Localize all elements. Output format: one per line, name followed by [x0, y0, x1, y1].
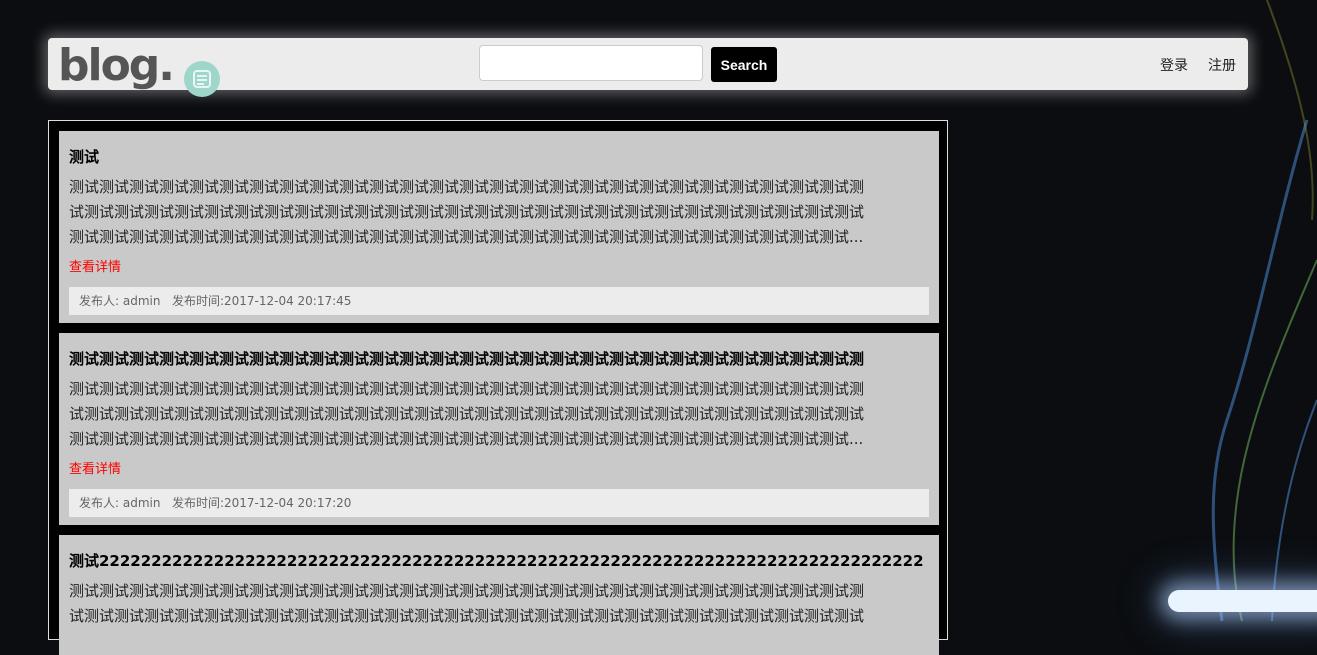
logo-text: blog.: [58, 40, 175, 91]
post-meta: 发布人: admin 发布时间:2017-12-04 20:17:20: [69, 489, 929, 517]
post-excerpt-line: 测试测试测试测试测试测试测试测试测试测试测试测试测试测试测试测试测试测试测试测试…: [69, 582, 865, 600]
search-input[interactable]: [479, 45, 703, 81]
background-glow-bar: [1168, 590, 1317, 612]
author-label: 发布人:: [79, 294, 120, 308]
publish-time: 2017-12-04 20:17:20: [223, 496, 352, 510]
background-light-streaks: [1211, 0, 1317, 621]
view-details-link[interactable]: 查看详情: [69, 461, 929, 479]
view-details-link[interactable]: 查看详情: [69, 259, 929, 277]
post-excerpt: 测试测试测试测试测试测试测试测试测试测试测试测试测试测试测试测试测试测试测试测试…: [69, 377, 929, 452]
post-card: 测试22222222222222222222222222222222222222…: [59, 535, 939, 655]
post-excerpt-line: 测试测试测试测试测试测试测试测试测试测试测试测试测试测试测试测试测试测试测试测试…: [69, 228, 864, 246]
post-excerpt-line: 试测试测试测试测试测试测试测试测试测试测试测试测试测试测试测试测试测试测试测试测…: [69, 203, 865, 221]
post-excerpt: 测试测试测试测试测试测试测试测试测试测试测试测试测试测试测试测试测试测试测试测试…: [69, 175, 929, 250]
post-excerpt-line: 测试测试测试测试测试测试测试测试测试测试测试测试测试测试测试测试测试测试测试测试…: [69, 430, 864, 448]
register-link[interactable]: 注册: [1208, 55, 1236, 75]
publish-time: 2017-12-04 20:17:45: [223, 294, 352, 308]
post-excerpt-line: 试测试测试测试测试测试测试测试测试测试测试测试测试测试测试测试测试测试测试测试测…: [69, 405, 865, 423]
logo-badge-icon: [184, 61, 220, 97]
post-title[interactable]: 测试22222222222222222222222222222222222222…: [69, 549, 929, 573]
blog-logo[interactable]: blog.: [56, 40, 226, 97]
post-list: 测试 测试测试测试测试测试测试测试测试测试测试测试测试测试测试测试测试测试测试测…: [48, 120, 948, 655]
post-card: 测试测试测试测试测试测试测试测试测试测试测试测试测试测试测试测试测试测试测试测试…: [59, 333, 939, 525]
post-title[interactable]: 测试测试测试测试测试测试测试测试测试测试测试测试测试测试测试测试测试测试测试测试…: [69, 347, 929, 371]
author-name: admin: [122, 496, 161, 510]
post-excerpt-line: 测试测试测试测试测试测试测试测试测试测试测试测试测试测试测试测试测试测试测试测试…: [69, 178, 865, 196]
post-excerpt: 测试测试测试测试测试测试测试测试测试测试测试测试测试测试测试测试测试测试测试测试…: [69, 579, 929, 654]
publish-time-label: 发布时间:: [171, 496, 224, 510]
author-name: admin: [122, 294, 161, 308]
publish-time-label: 发布时间:: [171, 294, 224, 308]
post-meta: 发布人: admin 发布时间:2017-12-04 20:17:45: [69, 287, 929, 315]
top-navbar: blog. Search 登录 注册: [48, 38, 1248, 97]
login-link[interactable]: 登录: [1160, 55, 1188, 75]
post-excerpt-line: 测试测试测试测试测试测试测试测试测试测试测试测试测试测试测试测试测试测试测试测试…: [69, 380, 865, 398]
search-button[interactable]: Search: [711, 47, 777, 82]
post-excerpt-line: 试测试测试测试测试测试测试测试测试测试测试测试测试测试测试测试测试测试测试测试测…: [69, 607, 865, 625]
author-label: 发布人:: [79, 496, 120, 510]
post-title[interactable]: 测试: [69, 145, 929, 169]
post-card: 测试 测试测试测试测试测试测试测试测试测试测试测试测试测试测试测试测试测试测试测…: [59, 131, 939, 323]
